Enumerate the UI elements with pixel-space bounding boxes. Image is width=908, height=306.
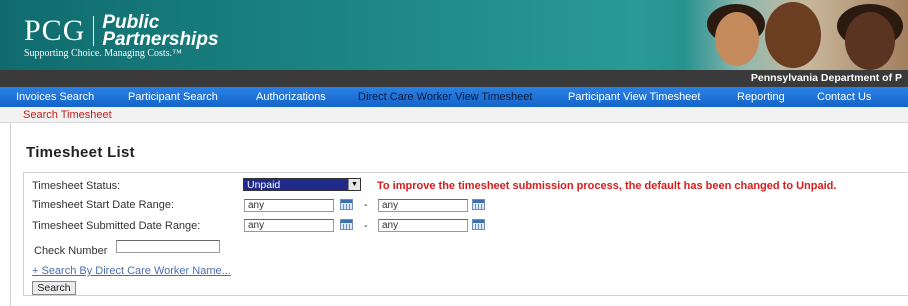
search-button[interactable]: Search bbox=[32, 281, 76, 295]
calendar-icon[interactable] bbox=[340, 219, 353, 230]
calendar-icon[interactable] bbox=[472, 219, 485, 230]
nav-participant-search[interactable]: Participant Search bbox=[128, 91, 218, 103]
pcg-logo: PCG Public Partnerships bbox=[24, 13, 219, 50]
check-number-input[interactable] bbox=[116, 240, 220, 253]
logo-pcg-text: PCG bbox=[24, 14, 86, 47]
nav-invoices-search[interactable]: Invoices Search bbox=[16, 91, 94, 103]
nav-reporting[interactable]: Reporting bbox=[737, 91, 785, 103]
submitted-date-from-input[interactable]: any bbox=[244, 219, 334, 232]
status-label: Timesheet Status: bbox=[32, 180, 121, 192]
nav-authorizations[interactable]: Authorizations bbox=[256, 91, 326, 103]
range-separator: - bbox=[364, 220, 368, 232]
check-number-label: Check Number bbox=[34, 245, 108, 257]
status-select-value: Unpaid bbox=[247, 179, 281, 191]
default-notice: To improve the timesheet submission proc… bbox=[377, 180, 837, 192]
main-nav: Invoices Search Participant Search Autho… bbox=[0, 87, 908, 107]
nav-dcw-view-timesheet[interactable]: Direct Care Worker View Timesheet bbox=[358, 91, 532, 103]
range-separator: - bbox=[364, 199, 368, 211]
state-bar: Pennsylvania Department of P bbox=[0, 70, 908, 87]
nav-participant-view-timesheet[interactable]: Participant View Timesheet bbox=[568, 91, 700, 103]
header-photo bbox=[685, 0, 908, 70]
calendar-icon[interactable] bbox=[340, 199, 353, 210]
logo-public-partnerships: Public Partnerships bbox=[102, 13, 219, 50]
calendar-icon[interactable] bbox=[472, 199, 485, 210]
nav-contact-us[interactable]: Contact Us bbox=[817, 91, 871, 103]
status-select[interactable]: Unpaid ▼ bbox=[243, 178, 361, 191]
logo-divider bbox=[93, 16, 95, 46]
subnav-search-timesheet[interactable]: Search Timesheet bbox=[23, 109, 112, 121]
logo-tagline: Supporting Choice. Managing Costs.™ bbox=[24, 48, 182, 59]
header-banner: PCG Public Partnerships Supporting Choic… bbox=[0, 0, 908, 70]
start-date-to-input[interactable]: any bbox=[378, 199, 468, 212]
search-by-dcw-name-link[interactable]: + Search By Direct Care Worker Name... bbox=[32, 265, 231, 277]
start-date-label: Timesheet Start Date Range: bbox=[32, 199, 175, 211]
state-label: Pennsylvania Department of P bbox=[750, 72, 902, 84]
page-title: Timesheet List bbox=[26, 144, 135, 161]
logo-partnerships-text: Partnerships bbox=[102, 29, 219, 50]
chevron-down-icon[interactable]: ▼ bbox=[348, 179, 360, 190]
sub-nav: Search Timesheet bbox=[0, 107, 908, 123]
submitted-date-to-input[interactable]: any bbox=[378, 219, 468, 232]
start-date-from-input[interactable]: any bbox=[244, 199, 334, 212]
submitted-date-label: Timesheet Submitted Date Range: bbox=[32, 220, 201, 232]
